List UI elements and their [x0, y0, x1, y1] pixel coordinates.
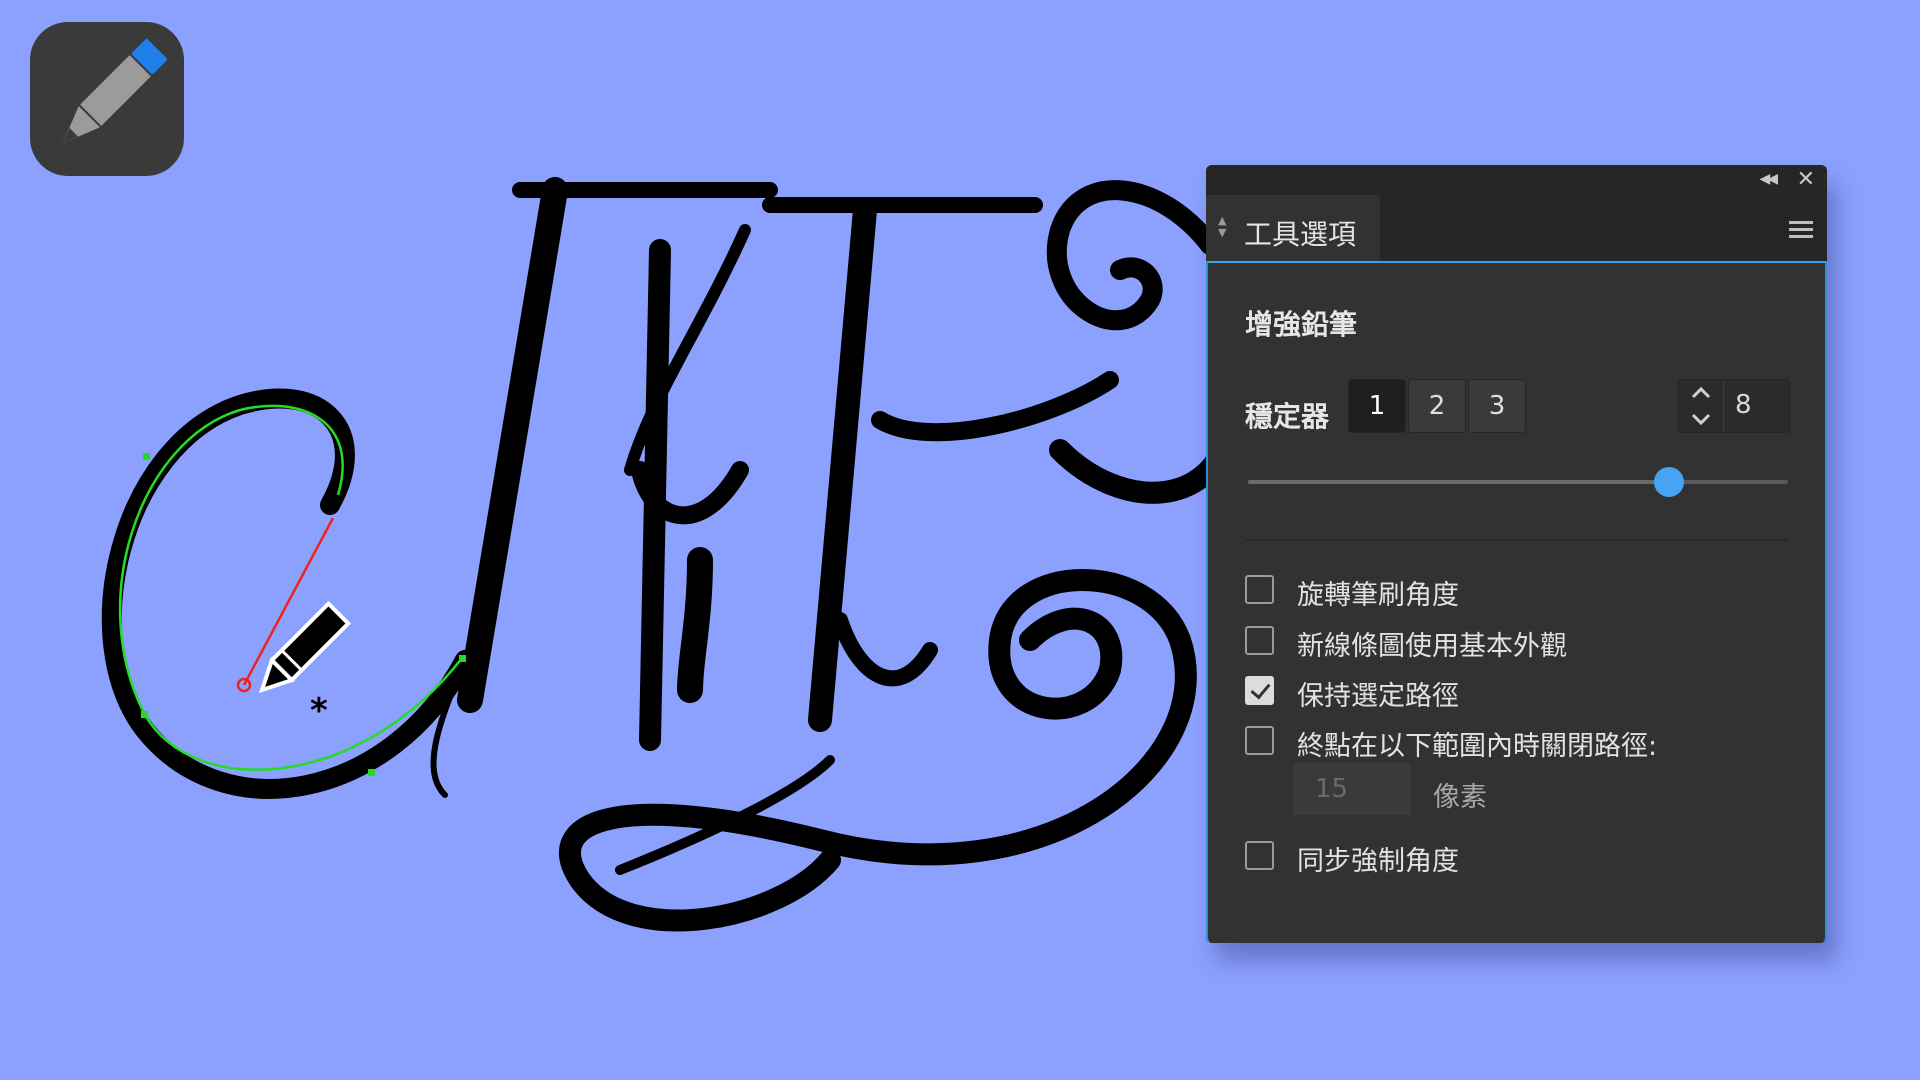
option-label: 同步強制角度: [1297, 846, 1459, 877]
checkbox[interactable]: [1245, 626, 1274, 655]
swirl-stroke: [1049, 419, 1241, 504]
option-label: 旋轉筆刷角度: [1297, 580, 1459, 611]
stabilizer-mode-2[interactable]: 2: [1408, 379, 1466, 433]
option-label: 新線條圖使用基本外觀: [1297, 631, 1567, 662]
panel-menu-icon[interactable]: [1789, 221, 1813, 242]
path-anchor: [459, 655, 466, 662]
swirl-stroke: [1046, 180, 1220, 331]
tab-label: 工具選項: [1244, 218, 1357, 251]
slider-fill: [1248, 480, 1670, 484]
tool-title: 增強鉛筆: [1245, 308, 1358, 341]
spinner-arrows-icon[interactable]: [1679, 380, 1724, 432]
swash-stroke: [101, 388, 475, 799]
close-distance-input[interactable]: 15: [1293, 763, 1411, 815]
tab-sort-icon: ▲ ▼: [1218, 214, 1227, 239]
stabilizer-value[interactable]: 8: [1735, 390, 1752, 420]
collapse-icon[interactable]: ◀◀: [1759, 171, 1777, 187]
checkbox[interactable]: [1245, 726, 1274, 755]
tool-options-panel: ◀◀ ✕ ▲ ▼ 工具選項 增強鉛筆 穩定器 1 2 3 8 旋轉筆刷角度 新線…: [1206, 165, 1827, 943]
stabilizer-slider[interactable]: [1248, 467, 1788, 497]
path-anchor: [368, 769, 375, 776]
panel-content: 增強鉛筆 穩定器 1 2 3 8 旋轉筆刷角度 新線條圖使用基本外觀 保持選定路…: [1206, 261, 1827, 943]
checkbox[interactable]: [1245, 575, 1274, 604]
close-icon[interactable]: ✕: [1797, 167, 1815, 192]
checkbox[interactable]: [1245, 841, 1274, 870]
option-label: 保持選定路徑: [1297, 681, 1459, 712]
path-anchor: [141, 711, 148, 718]
tab-tool-options[interactable]: ▲ ▼ 工具選項: [1206, 195, 1380, 261]
letter-stroke: [832, 612, 938, 687]
slider-thumb[interactable]: [1654, 467, 1685, 497]
path-anchor: [143, 453, 150, 460]
tab-strip: ▲ ▼ 工具選項: [1206, 195, 1827, 261]
pencil-cursor-icon: [258, 600, 352, 694]
stabilizer-mode-3[interactable]: 3: [1468, 379, 1526, 433]
letter-stroke: [457, 177, 568, 713]
stabilizer-label: 穩定器: [1245, 400, 1330, 433]
divider: [1245, 539, 1788, 541]
stabilizer-value-spinner[interactable]: 8: [1678, 379, 1790, 433]
option-label: 終點在以下範圍內時關閉路徑:: [1297, 731, 1658, 762]
stabilizer-mode-1[interactable]: 1: [1348, 379, 1406, 433]
asterisk-cursor-icon: *: [310, 691, 328, 731]
panel-title-bar[interactable]: ◀◀ ✕: [1206, 165, 1827, 195]
letter-stroke: [871, 371, 1119, 442]
close-distance-unit: 像素: [1433, 782, 1487, 813]
checkbox[interactable]: [1245, 676, 1274, 705]
letter-stroke: [677, 547, 713, 703]
